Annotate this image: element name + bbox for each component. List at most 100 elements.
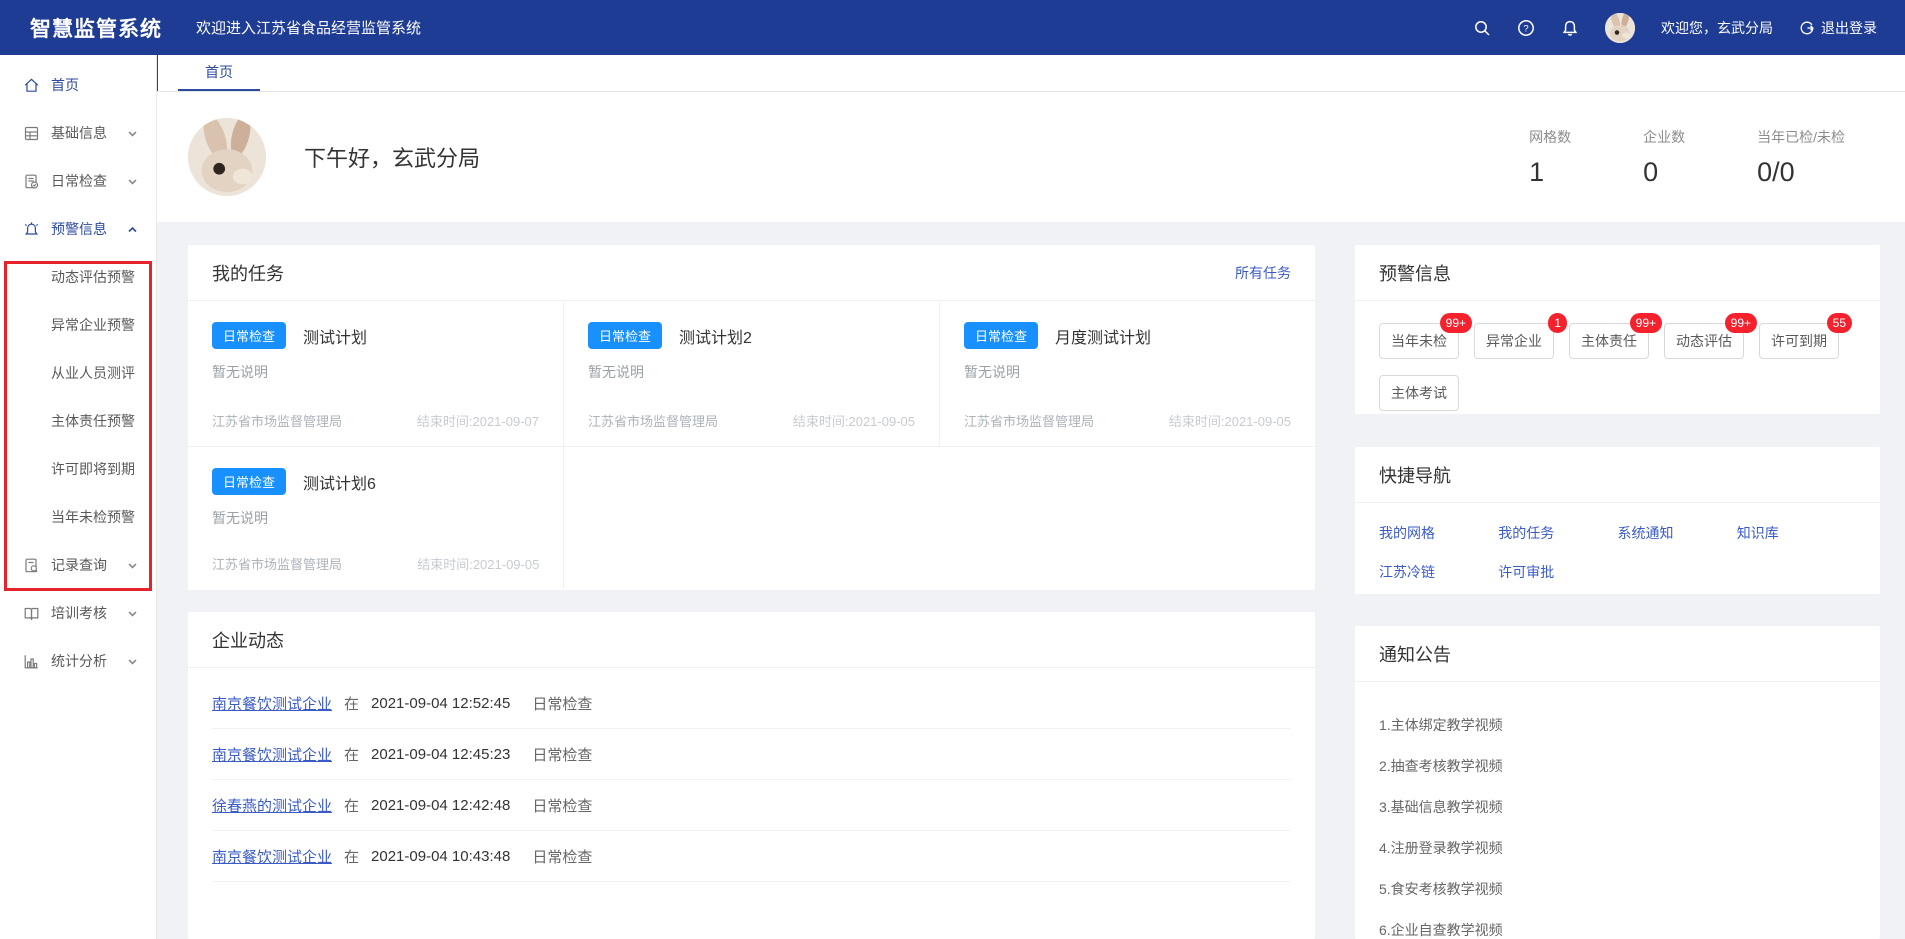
quick-link-knowledge-base[interactable]: 知识库 [1737, 523, 1856, 543]
task-type-badge: 日常检查 [212, 468, 286, 495]
grid-icon [23, 125, 40, 142]
sidebar-subitem-license-expiring[interactable]: 许可即将到期 [0, 445, 156, 493]
dynamics-action: 日常检查 [532, 744, 592, 765]
notice-item[interactable]: 2.抽查考核教学视频 [1379, 745, 1856, 786]
quick-nav-card: 快捷导航 我的网格 我的任务 系统通知 知识库 江苏冷链 许可审批 [1355, 447, 1880, 594]
task-org: 江苏省市场监督管理局 [212, 411, 342, 430]
document-check-icon [23, 173, 40, 190]
notice-item[interactable]: 6.企业自查教学视频 [1379, 909, 1856, 939]
sidebar-item-basic-info[interactable]: 基础信息 [0, 109, 156, 157]
count-badge: 1 [1548, 313, 1567, 333]
sidebar-subitem-staff-evaluation[interactable]: 从业人员测评 [0, 349, 156, 397]
count-badge: 55 [1827, 313, 1852, 333]
notices-card: 通知公告 1.主体绑定教学视频 2.抽查考核教学视频 3.基础信息教学视频 4.… [1355, 626, 1880, 939]
tab-home[interactable]: 首页 [178, 55, 260, 91]
enterprise-dynamics-card: 企业动态 南京餐饮测试企业 在 2021-09-04 12:52:45 日常检查… [188, 612, 1315, 939]
sidebar-subitem-unchecked-this-year-warning[interactable]: 当年未检预警 [0, 493, 156, 541]
sidebar-item-label: 基础信息 [51, 123, 107, 143]
section-title: 快捷导航 [1379, 462, 1451, 488]
task-cell-empty [940, 447, 1315, 589]
sidebar-subitem-subject-responsibility-warning[interactable]: 主体责任预警 [0, 397, 156, 445]
quick-link-license-approval[interactable]: 许可审批 [1498, 562, 1617, 582]
sidebar-item-label: 培训考核 [51, 603, 107, 623]
sidebar-subitem-dynamic-eval-warning[interactable]: 动态评估预警 [0, 253, 156, 301]
logout-button[interactable]: 退出登录 [1799, 18, 1877, 38]
user-greeting: 欢迎您，玄武分局 [1661, 18, 1773, 38]
company-link[interactable]: 南京餐饮测试企业 [212, 744, 332, 765]
stat-enterprise-count: 企业数 0 [1643, 127, 1685, 188]
sidebar-item-warning-info[interactable]: 预警信息 [0, 205, 156, 253]
chevron-down-icon [127, 128, 138, 139]
quick-link-system-notice[interactable]: 系统通知 [1618, 523, 1737, 543]
company-link[interactable]: 南京餐饮测试企业 [212, 693, 332, 714]
count-badge: 99+ [1440, 313, 1472, 333]
task-card[interactable]: 日常检查 月度测试计划 暂无说明 江苏省市场监督管理局 结束时间:2021-09… [940, 301, 1315, 446]
warning-button-abnormal-enterprise[interactable]: 异常企业 1 [1474, 323, 1554, 359]
greeting-text: 下午好，玄武分局 [304, 141, 480, 173]
warning-button-subject-responsibility[interactable]: 主体责任 99+ [1569, 323, 1649, 359]
notices-header: 通知公告 [1355, 626, 1880, 682]
notice-item[interactable]: 3.基础信息教学视频 [1379, 786, 1856, 827]
help-icon[interactable]: ? [1517, 19, 1535, 37]
task-end-time: 结束时间:2021-09-05 [793, 411, 915, 430]
task-title: 测试计划6 [303, 470, 376, 494]
task-card[interactable]: 日常检查 测试计划6 暂无说明 江苏省市场监督管理局 结束时间:2021-09-… [188, 447, 564, 589]
notices-list: 1.主体绑定教学视频 2.抽查考核教学视频 3.基础信息教学视频 4.注册登录教… [1355, 682, 1880, 939]
profile-avatar [188, 118, 266, 196]
sidebar-item-statistics[interactable]: 统计分析 [0, 637, 156, 685]
quick-link-my-grid[interactable]: 我的网格 [1379, 523, 1498, 543]
task-card[interactable]: 日常检查 测试计划 暂无说明 江苏省市场监督管理局 结束时间:2021-09-0… [188, 301, 564, 446]
task-title: 测试计划2 [679, 324, 752, 348]
notice-item[interactable]: 1.主体绑定教学视频 [1379, 704, 1856, 745]
logout-label: 退出登录 [1821, 18, 1877, 38]
bell-icon[interactable] [1561, 19, 1579, 37]
dynamics-timestamp: 2021-09-04 12:45:23 [371, 746, 510, 763]
all-tasks-link[interactable]: 所有任务 [1235, 263, 1291, 283]
warning-info-card: 预警信息 当年未检 99+ 异常企业 1 主体责任 99+ 动态评估 99+ [1355, 245, 1880, 414]
task-type-badge: 日常检查 [212, 322, 286, 349]
chevron-down-icon [127, 560, 138, 571]
warning-button-label: 当年未检 [1391, 333, 1447, 349]
warning-button-label: 动态评估 [1676, 333, 1732, 349]
warning-button-dynamic-eval[interactable]: 动态评估 99+ [1664, 323, 1744, 359]
task-card[interactable]: 日常检查 测试计划2 暂无说明 江苏省市场监督管理局 结束时间:2021-09-… [564, 301, 940, 446]
dynamics-timestamp: 2021-09-04 12:42:48 [371, 797, 510, 814]
sidebar-item-daily-check[interactable]: 日常检查 [0, 157, 156, 205]
task-row: 日常检查 测试计划 暂无说明 江苏省市场监督管理局 结束时间:2021-09-0… [188, 301, 1315, 447]
task-type-badge: 日常检查 [588, 322, 662, 349]
user-avatar[interactable] [1605, 13, 1635, 43]
sidebar-item-label: 日常检查 [51, 171, 107, 191]
dynamics-row: 南京餐饮测试企业 在 2021-09-04 12:52:45 日常检查 [212, 678, 1291, 729]
dynamics-action: 日常检查 [532, 846, 592, 867]
task-org: 江苏省市场监督管理局 [964, 411, 1094, 430]
search-icon[interactable] [1473, 19, 1491, 37]
company-link[interactable]: 南京餐饮测试企业 [212, 846, 332, 867]
sidebar-item-record-query[interactable]: 记录查询 [0, 541, 156, 589]
header-actions: ? 欢迎您，玄武分局 退出登录 [1473, 13, 1877, 43]
sidebar-item-training-assessment[interactable]: 培训考核 [0, 589, 156, 637]
task-end-time: 结束时间:2021-09-05 [1169, 411, 1291, 430]
task-description: 暂无说明 [588, 362, 915, 382]
warning-button-license-expiry[interactable]: 许可到期 55 [1759, 323, 1839, 359]
sidebar-item-home[interactable]: 首页 [0, 61, 156, 109]
quick-nav-header: 快捷导航 [1355, 447, 1880, 503]
notice-item[interactable]: 4.注册登录教学视频 [1379, 827, 1856, 868]
chevron-up-icon [127, 224, 138, 235]
quick-link-my-tasks[interactable]: 我的任务 [1498, 523, 1617, 543]
dynamics-timestamp: 2021-09-04 12:52:45 [371, 695, 510, 712]
task-end-time: 结束时间:2021-09-07 [417, 411, 539, 430]
quick-link-jiangsu-cold-chain[interactable]: 江苏冷链 [1379, 562, 1498, 582]
warning-button-subject-exam[interactable]: 主体考试 [1379, 375, 1459, 411]
company-link[interactable]: 徐春燕的测试企业 [212, 795, 332, 816]
dynamics-connector: 在 [344, 795, 359, 816]
dynamics-list: 南京餐饮测试企业 在 2021-09-04 12:52:45 日常检查 南京餐饮… [188, 668, 1315, 882]
warning-button-unchecked-year[interactable]: 当年未检 99+ [1379, 323, 1459, 359]
section-title: 预警信息 [1379, 260, 1451, 286]
notice-item[interactable]: 5.食安考核教学视频 [1379, 868, 1856, 909]
tab-bar: 首页 [157, 55, 1905, 92]
task-title: 测试计划 [303, 324, 367, 348]
sidebar-subitem-abnormal-enterprise-warning[interactable]: 异常企业预警 [0, 301, 156, 349]
sidebar-item-label: 统计分析 [51, 651, 107, 671]
dynamics-timestamp: 2021-09-04 10:43:48 [371, 848, 510, 865]
top-header: 智慧监管系统 欢迎进入江苏省食品经营监管系统 ? [0, 0, 1905, 55]
